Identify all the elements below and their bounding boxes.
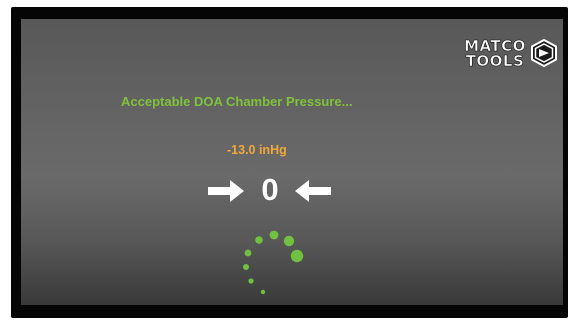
spinner-dot	[243, 264, 249, 270]
matco-emblem-icon	[531, 39, 557, 67]
logo-line-2: TOOLS	[465, 52, 525, 70]
left-arrow-icon	[295, 180, 331, 202]
spinner-dot	[290, 249, 304, 263]
loading-spinner-icon	[243, 230, 304, 295]
right-arrow-icon	[208, 180, 244, 202]
spinner-dot	[248, 278, 254, 284]
target-value: 0	[261, 172, 279, 207]
spinner-dot	[283, 235, 295, 247]
spinner-dot	[244, 249, 252, 257]
spinner-dot	[269, 230, 279, 240]
pressure-reading: -13.0 inHg	[227, 143, 287, 157]
matco-tools-logo: MATCO TOOLS	[462, 37, 557, 77]
status-message: Acceptable DOA Chamber Pressure...	[121, 94, 353, 109]
logo-wordmark: MATCO TOOLS	[462, 38, 528, 70]
page: MATCO TOOLS Acceptable DOA Chamber Press…	[0, 0, 573, 322]
target-indicator: 0	[206, 170, 336, 210]
spinner-dot	[255, 236, 263, 244]
device-screen: MATCO TOOLS Acceptable DOA Chamber Press…	[21, 19, 563, 305]
spinner-dot	[260, 289, 266, 295]
